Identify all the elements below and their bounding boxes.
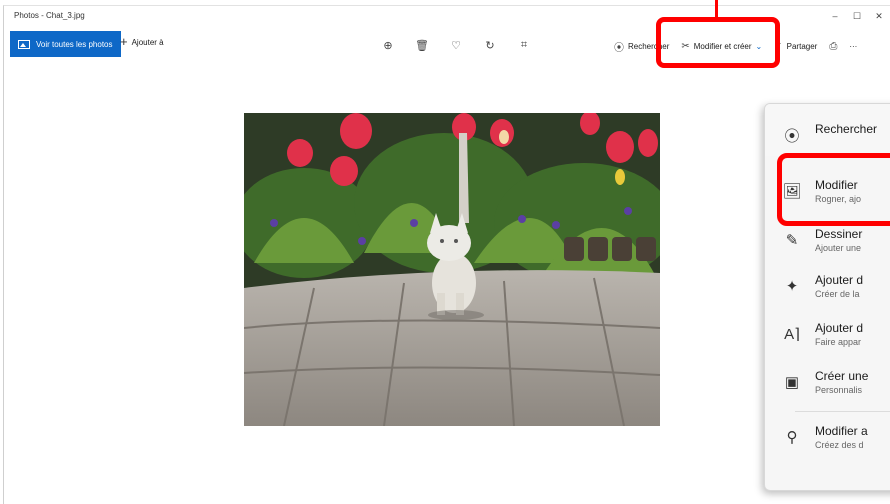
image-tools: ⊕ 🗑 ♡ ↻ ⌗ [378, 37, 534, 53]
menu-item-title: Modifier a [815, 424, 868, 438]
location-pin-icon: ⚲ [786, 429, 798, 446]
draw-pen-icon: ✎ [785, 232, 799, 249]
menu-item-title: Dessiner [815, 227, 863, 241]
crop-icon[interactable]: ⌗ [514, 37, 534, 53]
menu-item-subtitle: Personnalis [815, 385, 863, 395]
video-icon: ▣ [784, 374, 800, 391]
animated-text-icon: A⌉ [784, 326, 800, 343]
printer-icon: ⎙ [829, 41, 838, 52]
3d-effects-icon: ✦ [785, 278, 799, 295]
window-title: Photos - Chat_3.jpg [14, 11, 85, 20]
menu-item-title: Ajouter d [815, 321, 864, 335]
menu-item-subtitle: Créer de la [815, 289, 860, 299]
menu-item-draw[interactable]: ✎ Dessiner Ajouter une [781, 227, 863, 253]
menu-item-search-label: Rechercher [815, 122, 878, 136]
print-button[interactable]: ⎙ [825, 39, 841, 54]
menu-item-title: Créer une [815, 369, 869, 383]
favorite-icon[interactable]: ♡ [446, 37, 466, 53]
visual-search-icon: ⦿ [614, 43, 624, 54]
cat-statue-photo [244, 113, 660, 426]
annotation-pointer-line [715, 0, 718, 18]
add-to-label: Ajouter à [131, 37, 164, 47]
add-to-button[interactable]: + Ajouter à [120, 34, 164, 49]
see-all-photos-button[interactable]: Voir toutes les photos [10, 31, 121, 57]
more-button[interactable]: ··· [845, 40, 861, 53]
minimize-button[interactable]: – [824, 6, 846, 26]
share-label: Partager [786, 42, 818, 51]
visual-search-icon: ⦿ [784, 127, 800, 145]
see-all-photos-label: Voir toutes les photos [36, 39, 113, 49]
menu-item-create-video[interactable]: ▣ Créer une Personnalis [781, 369, 868, 395]
more-icon: ··· [849, 42, 858, 51]
menu-divider [795, 411, 890, 412]
window-controls: – ☐ ✕ [824, 6, 890, 26]
close-button[interactable]: ✕ [868, 6, 890, 26]
menu-search-row[interactable]: ⦿ Rechercher [765, 104, 890, 156]
menu-item-add-animated-text[interactable]: A⌉ Ajouter d Faire appar [781, 321, 863, 347]
plus-icon: + [120, 34, 128, 49]
annotation-highlight-edit-create [656, 17, 780, 68]
photo-viewer-image[interactable] [244, 113, 660, 426]
maximize-button[interactable]: ☐ [846, 6, 868, 26]
menu-item-subtitle: Ajouter une [815, 243, 862, 253]
gallery-icon [18, 39, 30, 49]
menu-item-search[interactable]: ⦿ Rechercher [781, 122, 877, 146]
menu-item-add-3d-effects[interactable]: ✦ Ajouter d Créer de la [781, 273, 863, 299]
zoom-in-icon[interactable]: ⊕ [378, 37, 398, 53]
annotation-highlight-edit-item [777, 153, 890, 226]
menu-item-subtitle: Créez des d [815, 440, 864, 450]
menu-item-title: Ajouter d [815, 273, 864, 287]
menu-item-edit-with[interactable]: ⚲ Modifier a Créez des d [781, 424, 868, 450]
delete-icon[interactable]: 🗑 [412, 37, 432, 53]
rotate-icon[interactable]: ↻ [480, 37, 500, 53]
menu-item-subtitle: Faire appar [815, 337, 862, 347]
